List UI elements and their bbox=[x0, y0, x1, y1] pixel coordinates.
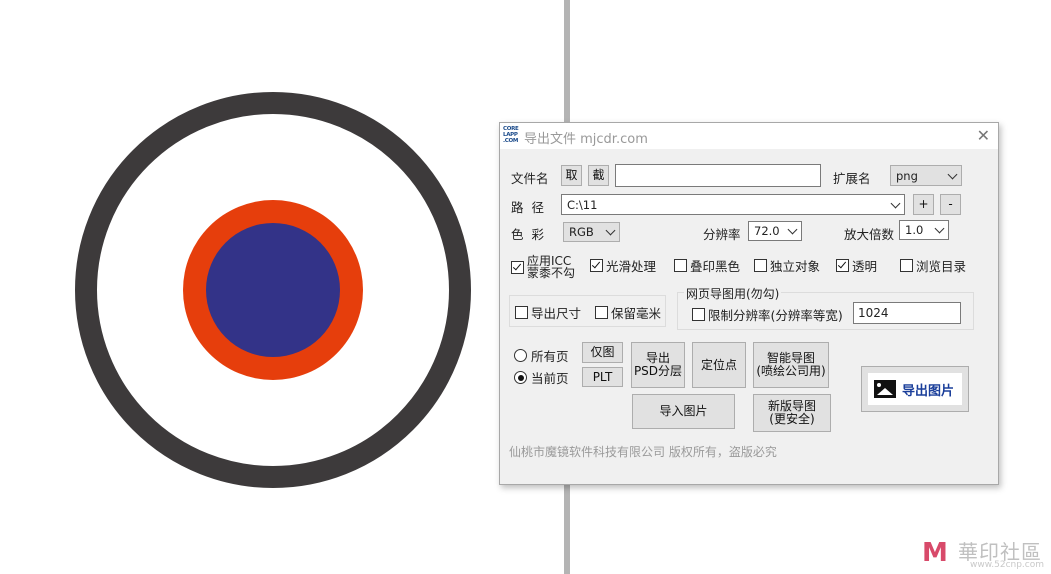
browse-directory-checkbox[interactable]: 浏览目录 bbox=[900, 256, 966, 275]
new-export-button[interactable]: 新版导图 (更安全) bbox=[753, 394, 831, 432]
dialog-title: 导出文件 mjcdr.com bbox=[524, 132, 648, 147]
independent-object-checkbox[interactable]: 独立对象 bbox=[754, 256, 820, 275]
extension-value: png bbox=[896, 168, 918, 183]
export-image-button[interactable]: 导出图片 bbox=[861, 366, 969, 412]
image-icon bbox=[874, 380, 896, 398]
chevron-down-icon bbox=[890, 198, 901, 208]
export-image-label: 导出图片 bbox=[902, 383, 955, 399]
keep-mm-checkbox[interactable]: 保留毫米 bbox=[595, 303, 661, 322]
zoom-select[interactable]: 1.0 bbox=[899, 220, 949, 240]
title-bar: CORE LAPP .COM 导出文件 mjcdr.com ✕ bbox=[500, 123, 998, 149]
resolution-select[interactable]: 72.0 bbox=[748, 221, 802, 241]
limit-width-input[interactable]: 1024 bbox=[853, 302, 961, 324]
inner-blue-circle bbox=[206, 223, 340, 357]
overprint-checkbox[interactable]: 叠印黑色 bbox=[674, 256, 740, 275]
watermark-logo-icon: M bbox=[922, 538, 948, 568]
only-graphic-button[interactable]: 仅图 bbox=[582, 342, 623, 363]
export-psd-button[interactable]: 导出 PSD分层 bbox=[631, 342, 685, 388]
copyright-footer: 仙桃市魔镜软件科技有限公司 版权所有，盗版必究 bbox=[509, 445, 777, 459]
watermark-url: www.52cnp.com bbox=[970, 560, 1045, 570]
zoom-label: 放大倍数 bbox=[844, 227, 895, 242]
plt-button[interactable]: PLT bbox=[582, 367, 623, 387]
path-value: C:\11 bbox=[567, 197, 598, 212]
keep-mm-label: 保留毫米 bbox=[611, 306, 662, 321]
close-icon[interactable]: ✕ bbox=[977, 126, 990, 145]
icc-checkbox-box[interactable] bbox=[511, 260, 524, 274]
independent-object-checkbox-label: 独立对象 bbox=[770, 259, 821, 274]
smooth-checkbox-box[interactable] bbox=[590, 259, 603, 272]
remove-path-button[interactable]: - bbox=[940, 194, 961, 215]
get-filename-button[interactable]: 取 bbox=[561, 165, 582, 186]
resolution-value: 72.0 bbox=[754, 224, 780, 238]
independent-object-checkbox-box[interactable] bbox=[754, 259, 767, 272]
browse-directory-checkbox-label: 浏览目录 bbox=[916, 259, 967, 274]
chevron-down-icon bbox=[787, 224, 798, 235]
chevron-down-icon bbox=[934, 223, 945, 234]
all-pages-radio-dot[interactable] bbox=[514, 349, 527, 362]
capture-filename-button[interactable]: 截 bbox=[588, 165, 609, 186]
site-watermark: M 華印社區 www.52cnp.com bbox=[922, 536, 1047, 572]
current-page-radio-dot[interactable] bbox=[514, 371, 527, 384]
export-dialog: CORE LAPP .COM 导出文件 mjcdr.com ✕ 文件名 取 截 … bbox=[499, 122, 999, 485]
path-combobox[interactable]: C:\11 bbox=[561, 194, 905, 215]
smooth-checkbox[interactable]: 光滑处理 bbox=[590, 256, 656, 275]
resolution-label: 分辨率 bbox=[703, 227, 741, 242]
filename-label: 文件名 bbox=[511, 171, 549, 186]
chevron-down-icon bbox=[605, 225, 616, 236]
limit-resolution-label: 限制分辨率(分辨率等宽) bbox=[708, 308, 843, 323]
keep-mm-checkbox-box[interactable] bbox=[595, 306, 608, 319]
extension-label: 扩展名 bbox=[833, 171, 871, 186]
overprint-checkbox-box[interactable] bbox=[674, 259, 687, 272]
filename-input[interactable] bbox=[615, 164, 821, 187]
all-pages-label: 所有页 bbox=[531, 349, 569, 364]
web-export-group-title: 网页导图用(勿勾) bbox=[684, 285, 782, 302]
icc-checkbox[interactable]: 应用ICC 蒙黍不勾 bbox=[511, 255, 575, 279]
export-image-button-face[interactable]: 导出图片 bbox=[868, 373, 962, 405]
app-logo-icon: CORE LAPP .COM bbox=[503, 126, 519, 144]
icc-checkbox-label: 应用ICC 蒙黍不勾 bbox=[527, 254, 576, 280]
path-label: 路 径 bbox=[511, 200, 544, 215]
limit-resolution-checkbox-box[interactable] bbox=[692, 308, 705, 321]
smart-export-button[interactable]: 智能导图 (喷绘公司用) bbox=[753, 342, 829, 388]
export-size-label: 导出尺寸 bbox=[531, 306, 582, 321]
extension-select[interactable]: png bbox=[890, 165, 962, 186]
export-size-checkbox[interactable]: 导出尺寸 bbox=[515, 303, 581, 322]
transparent-checkbox-box[interactable] bbox=[836, 259, 849, 272]
color-mode-value: RGB bbox=[569, 225, 594, 239]
smooth-checkbox-label: 光滑处理 bbox=[606, 259, 657, 274]
current-page-radio[interactable]: 当前页 bbox=[514, 368, 569, 387]
transparent-checkbox[interactable]: 透明 bbox=[836, 256, 877, 275]
zoom-value: 1.0 bbox=[905, 223, 924, 237]
color-label: 色 彩 bbox=[511, 227, 544, 242]
overprint-checkbox-label: 叠印黑色 bbox=[690, 259, 741, 274]
chevron-down-icon bbox=[947, 169, 958, 179]
import-image-button[interactable]: 导入图片 bbox=[632, 394, 735, 429]
limit-resolution-checkbox[interactable]: 限制分辨率(分辨率等宽) bbox=[692, 305, 843, 324]
color-mode-select[interactable]: RGB bbox=[563, 222, 620, 242]
all-pages-radio[interactable]: 所有页 bbox=[514, 346, 569, 365]
add-path-button[interactable]: + bbox=[913, 194, 934, 215]
browse-directory-checkbox-box[interactable] bbox=[900, 259, 913, 272]
transparent-checkbox-label: 透明 bbox=[852, 259, 878, 274]
export-size-checkbox-box[interactable] bbox=[515, 306, 528, 319]
current-page-label: 当前页 bbox=[531, 371, 569, 386]
anchor-point-button[interactable]: 定位点 bbox=[692, 342, 746, 388]
